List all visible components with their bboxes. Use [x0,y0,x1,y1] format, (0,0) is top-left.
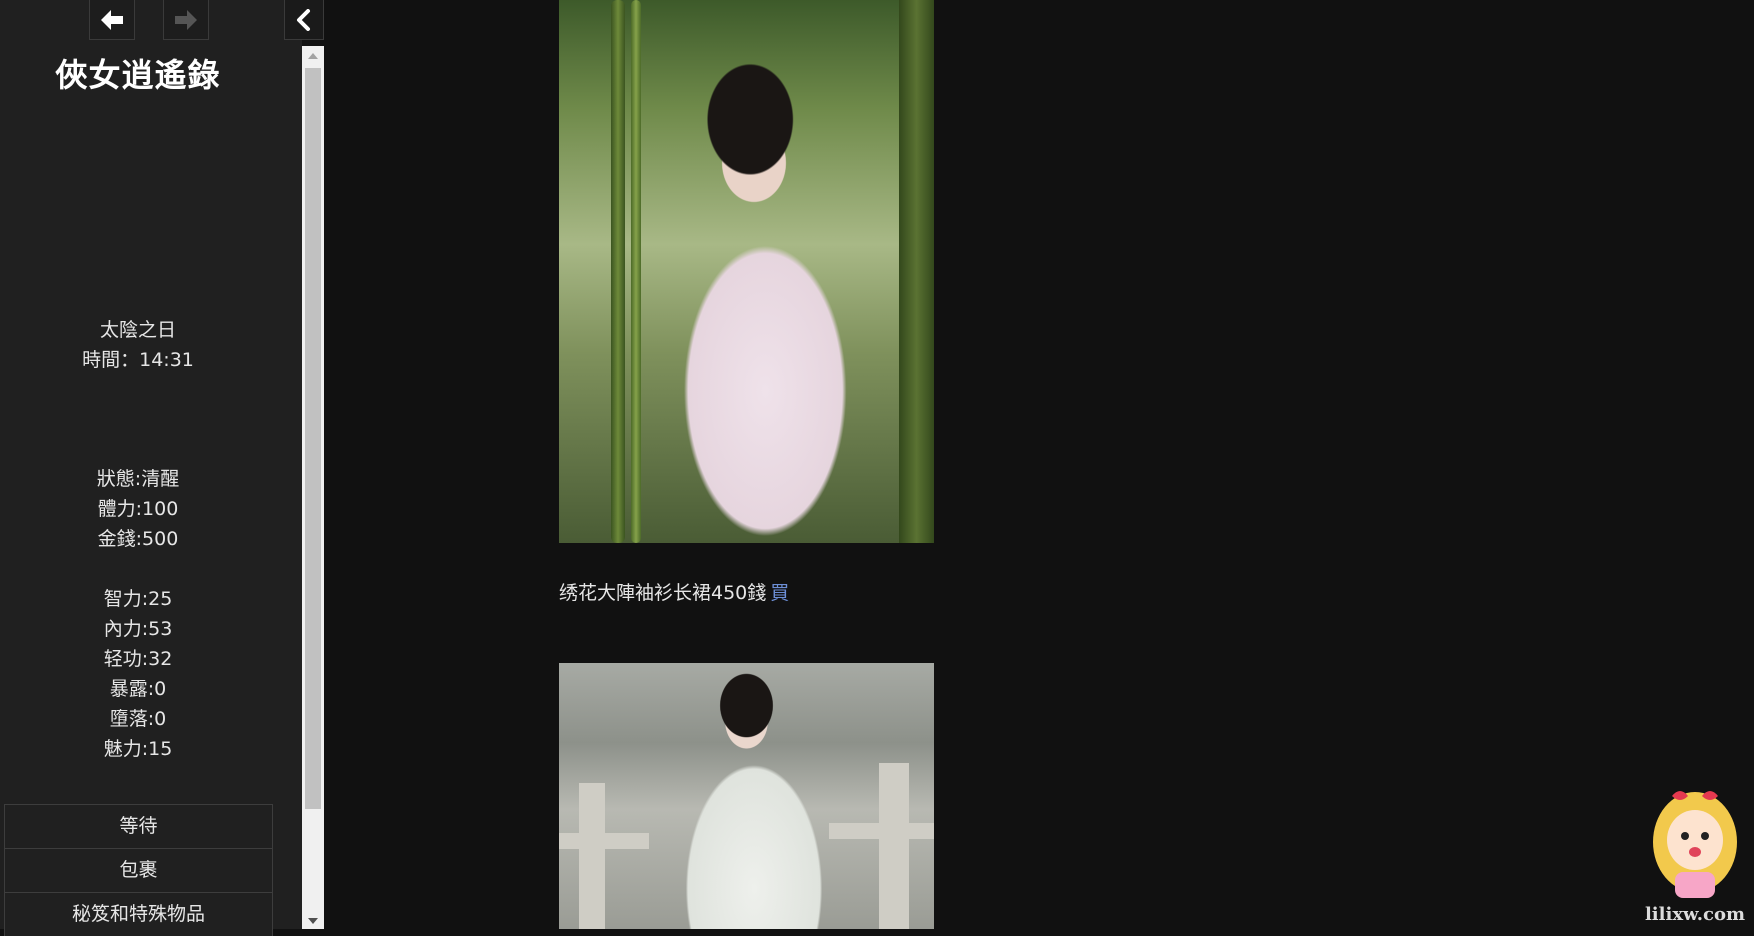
story-title: 俠女逍遙錄 [55,56,221,94]
mascot-logo [1653,791,1737,898]
stat-charm: 魅力:15 [103,738,173,760]
sidebar-collapse-button[interactable] [284,0,324,40]
menu-item-special-items[interactable]: 秘笈和特殊物品 [4,892,273,936]
stat-lightness: 轻功:32 [103,648,173,670]
attribute-block: 智力:25 內力:53 轻功:32 暴露:0 墮落:0 魅力:15 [0,584,276,764]
scroll-up-icon[interactable] [302,46,324,66]
date-time-block: 太陰之日 時間：14:31 [0,315,276,375]
stat-state: 狀態:清醒 [96,468,180,490]
chevron-left-icon [297,8,310,31]
main-content: 绣花大陣袖衫长裙450錢買 [324,0,1754,929]
stat-intelligence: 智力:25 [103,588,173,610]
watermark-text: lilixw.com [1644,904,1746,925]
stat-exposure: 暴露:0 [109,678,167,700]
status-block: 狀態:清醒 體力:100 金錢:500 [0,464,276,554]
time-label: 時間： [82,349,140,371]
back-button[interactable] [89,0,135,40]
stat-money: 金錢:500 [97,528,179,550]
arrow-right-icon [175,9,197,30]
stat-corruption: 墮落:0 [109,708,167,730]
stat-inner-power: 內力:53 [103,618,173,640]
scroll-down-icon[interactable] [302,913,324,929]
forward-button[interactable] [163,0,209,40]
time-value: 14:31 [139,349,194,371]
arrow-left-icon [101,9,123,30]
menu-item-inventory[interactable]: 包裹 [4,848,273,892]
dress-photo-2 [559,663,934,929]
sidebar-scrollbar[interactable] [302,46,324,929]
site-watermark: lilixw.com [1642,782,1748,929]
dress-photo-1 [559,0,934,543]
shop-item-line: 绣花大陣袖衫长裙450錢買 [559,578,789,605]
item-description: 绣花大陣袖衫长裙450錢 [559,582,767,604]
menu-item-wait[interactable]: 等待 [4,804,273,848]
stat-stamina: 體力:100 [97,498,179,520]
time-line: 時間：14:31 [0,345,276,375]
day-label: 太陰之日 [99,319,176,341]
sidebar-menu: 等待 包裹 秘笈和特殊物品 [4,804,273,936]
buy-link[interactable]: 買 [770,582,789,604]
scrollbar-thumb[interactable] [305,68,321,809]
sidebar: 俠女逍遙錄 太陰之日 時間：14:31 狀態:清醒 體力:100 金錢:500 … [0,0,302,936]
